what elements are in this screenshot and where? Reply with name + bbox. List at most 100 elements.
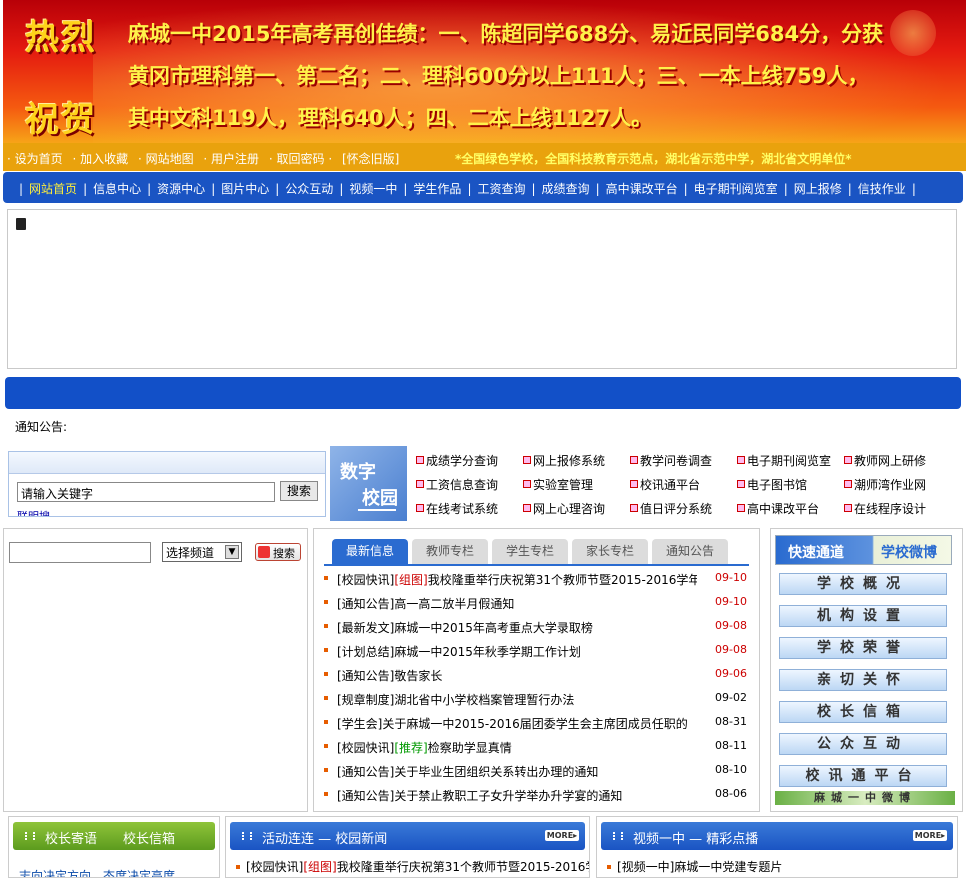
quick-link[interactable]: 教师网上研修 xyxy=(844,452,926,469)
quick-access-button[interactable]: 机构设置 xyxy=(779,605,947,627)
quick-link[interactable]: 校讯通平台 xyxy=(630,476,700,493)
dots-icon xyxy=(242,832,252,840)
quick-link[interactable]: 值日评分系统 xyxy=(630,500,712,517)
quick-link[interactable]: 成绩学分查询 xyxy=(416,452,498,469)
quick-link[interactable]: 实验室管理 xyxy=(523,476,593,493)
more-button[interactable]: MORE▸ xyxy=(913,830,947,841)
search-provider-link[interactable]: 联明搜 xyxy=(17,508,50,516)
nav-item[interactable]: 学生作品 xyxy=(413,180,461,197)
nav-item[interactable]: 视频一中 xyxy=(349,180,397,197)
video-header: 视频一中 — 精彩点播 MORE▸ xyxy=(601,822,953,850)
quick-access-header: 快速通道 学校微博 xyxy=(775,535,952,565)
news-category: [学生会] xyxy=(337,717,383,731)
weibo-strip[interactable]: 麻城一中微博 xyxy=(775,791,955,805)
quick-link[interactable]: 高中课改平台 xyxy=(737,500,819,517)
quick-link[interactable]: 电子期刊阅览室 xyxy=(737,452,831,469)
quick-link[interactable]: 在线考试系统 xyxy=(416,500,498,517)
news-row[interactable]: [学生会]关于麻城一中2015-2016届团委学生会主席团成员任职的 08-31 xyxy=(324,713,749,733)
news-title-text: 湖北省中小学校档案管理暂行办法 xyxy=(394,693,575,707)
nav-item[interactable]: 网上报修 xyxy=(794,180,842,197)
set-homepage-link[interactable]: · 设为首页 xyxy=(7,152,63,166)
quick-access-button[interactable]: 公众互动 xyxy=(779,733,947,755)
old-version-link[interactable]: [怀念旧版] xyxy=(342,152,399,166)
quick-link[interactable]: 教学问卷调查 xyxy=(630,452,712,469)
sitemap-link[interactable]: · 网站地图 xyxy=(138,152,194,166)
plugin-icon xyxy=(16,218,26,230)
news-title-text: 我校隆重举行庆祝第31个教师节暨2015-2016学年 xyxy=(427,573,697,587)
nav-item[interactable]: 电子期刊阅览室 xyxy=(694,180,778,197)
nav-item[interactable]: 资源中心 xyxy=(157,180,205,197)
activities-title: 活动连连 — 校园新闻 xyxy=(262,832,388,847)
activities-item[interactable]: [校园快讯][组图]我校隆重举行庆祝第31个教师节暨2015-2016学 xyxy=(236,858,589,875)
quick-link[interactable]: 电子图书馆 xyxy=(737,476,807,493)
nav-item[interactable]: 信息中心 xyxy=(93,180,141,197)
nav-separator: | xyxy=(531,182,536,196)
video-panel: 视频一中 — 精彩点播 MORE▸ [视频一中]麻城一中党建专题片 xyxy=(596,816,958,878)
news-tab[interactable]: 家长专栏 xyxy=(572,539,648,564)
quick-access-button[interactable]: 亲切关怀 xyxy=(779,669,947,691)
news-row[interactable]: [校园快讯][组图]我校隆重举行庆祝第31个教师节暨2015-2016学年 09-… xyxy=(324,569,749,589)
more-button[interactable]: MORE▸ xyxy=(545,830,579,841)
news-tab[interactable]: 教师专栏 xyxy=(412,539,488,564)
link-bullet-icon xyxy=(416,480,424,488)
news-title-text: 关于毕业生团组织关系转出办理的通知 xyxy=(394,765,599,779)
nav-separator: | xyxy=(339,182,344,196)
news-title-text: 高一高二放半月假通知 xyxy=(394,597,515,611)
news-title: [最新发文]麻城一中2015年高考重点大学录取榜 xyxy=(337,619,697,636)
news-category: [计划总结] xyxy=(337,645,395,659)
news-tab[interactable]: 学生专栏 xyxy=(492,539,568,564)
nav-separator: | xyxy=(683,182,688,196)
news-row[interactable]: [规章制度]湖北省中小学校档案管理暂行办法 09-02 xyxy=(324,689,749,709)
quick-access-button[interactable]: 校长信箱 xyxy=(779,701,947,723)
nav-item[interactable]: 工资查询 xyxy=(477,180,525,197)
nav-separator: | xyxy=(275,182,280,196)
nav-item[interactable]: 信技作业 xyxy=(858,180,906,197)
quick-link[interactable]: 网上心理咨询 xyxy=(523,500,605,517)
news-row[interactable]: [最新发文]麻城一中2015年高考重点大学录取榜 09-08 xyxy=(324,617,749,637)
school-weibo-title[interactable]: 学校微博 xyxy=(881,542,937,562)
news-title-text: 检察助学显真情 xyxy=(427,741,512,755)
news-tab[interactable]: 通知公告 xyxy=(652,539,728,564)
quick-link[interactable]: 潮师湾作业网 xyxy=(844,476,926,493)
nav-separator: | xyxy=(595,182,600,196)
quick-link[interactable]: 网上报修系统 xyxy=(523,452,605,469)
search-panel-header xyxy=(9,452,325,474)
add-favorite-link[interactable]: · 加入收藏 xyxy=(72,152,128,166)
register-link[interactable]: · 用户注册 xyxy=(203,152,259,166)
quick-link-label: 值日评分系统 xyxy=(640,502,713,516)
news-tab[interactable]: 最新信息 xyxy=(332,539,408,564)
news-row[interactable]: [校园快讯][推荐]检察助学显真情 08-11 xyxy=(324,737,749,757)
news-row[interactable]: [计划总结]麻城一中2015年秋季学期工作计划 09-08 xyxy=(324,641,749,661)
quick-access-button[interactable]: 校讯通平台 xyxy=(779,765,947,787)
keyword-input[interactable]: 请输入关键字 xyxy=(17,482,275,502)
nav-item[interactable]: 高中课改平台 xyxy=(606,180,678,197)
quick-access-button[interactable]: 学校概况 xyxy=(779,573,947,595)
nav-separator: | xyxy=(211,182,216,196)
retrieve-password-link[interactable]: · 取回密码 · xyxy=(269,152,332,166)
site-search-input[interactable] xyxy=(9,542,151,563)
nav-item[interactable]: 网站首页 xyxy=(29,180,77,197)
nav-item[interactable]: 公众互动 xyxy=(285,180,333,197)
quick-link[interactable]: 在线程序设计 xyxy=(844,500,926,517)
bullet-icon xyxy=(324,600,328,604)
news-row[interactable]: [通知公告]敬告家长 09-06 xyxy=(324,665,749,685)
nav-item[interactable]: 成绩查询 xyxy=(542,180,590,197)
keyword-search-button[interactable]: 搜索 xyxy=(280,481,318,501)
channel-select[interactable]: 选择频道 ▼ xyxy=(162,542,242,562)
news-date: 08-10 xyxy=(715,763,747,776)
digital-campus-badge[interactable]: 数字 校园 xyxy=(330,446,407,521)
banner-line-1: 麻城一中2015年高考再创佳绩：一、陈超同学688分、易近民同学684分，分获 xyxy=(128,22,884,46)
news-row[interactable]: [通知公告]高一高二放半月假通知 09-10 xyxy=(324,593,749,613)
principal-panel: 校长寄语 校长信箱 志向决定方向，态度决定高度 xyxy=(8,816,220,878)
nav-separator: | xyxy=(19,182,24,196)
principal-title[interactable]: 校长寄语 校长信箱 xyxy=(45,828,175,847)
video-item[interactable]: [视频一中]麻城一中党建专题片 xyxy=(607,858,782,875)
quick-link[interactable]: 工资信息查询 xyxy=(416,476,498,493)
news-date: 08-11 xyxy=(715,739,747,752)
quick-access-button[interactable]: 学校荣誉 xyxy=(779,637,947,659)
news-row[interactable]: [通知公告]关于毕业生团组织关系转出办理的通知 08-10 xyxy=(324,761,749,781)
site-search-button[interactable]: 搜索 xyxy=(255,543,301,561)
nav-item[interactable]: 图片中心 xyxy=(221,180,269,197)
bullet-icon xyxy=(324,792,328,796)
news-row[interactable]: [通知公告]关于禁止教职工子女升学举办升学宴的通知 08-06 xyxy=(324,785,749,805)
